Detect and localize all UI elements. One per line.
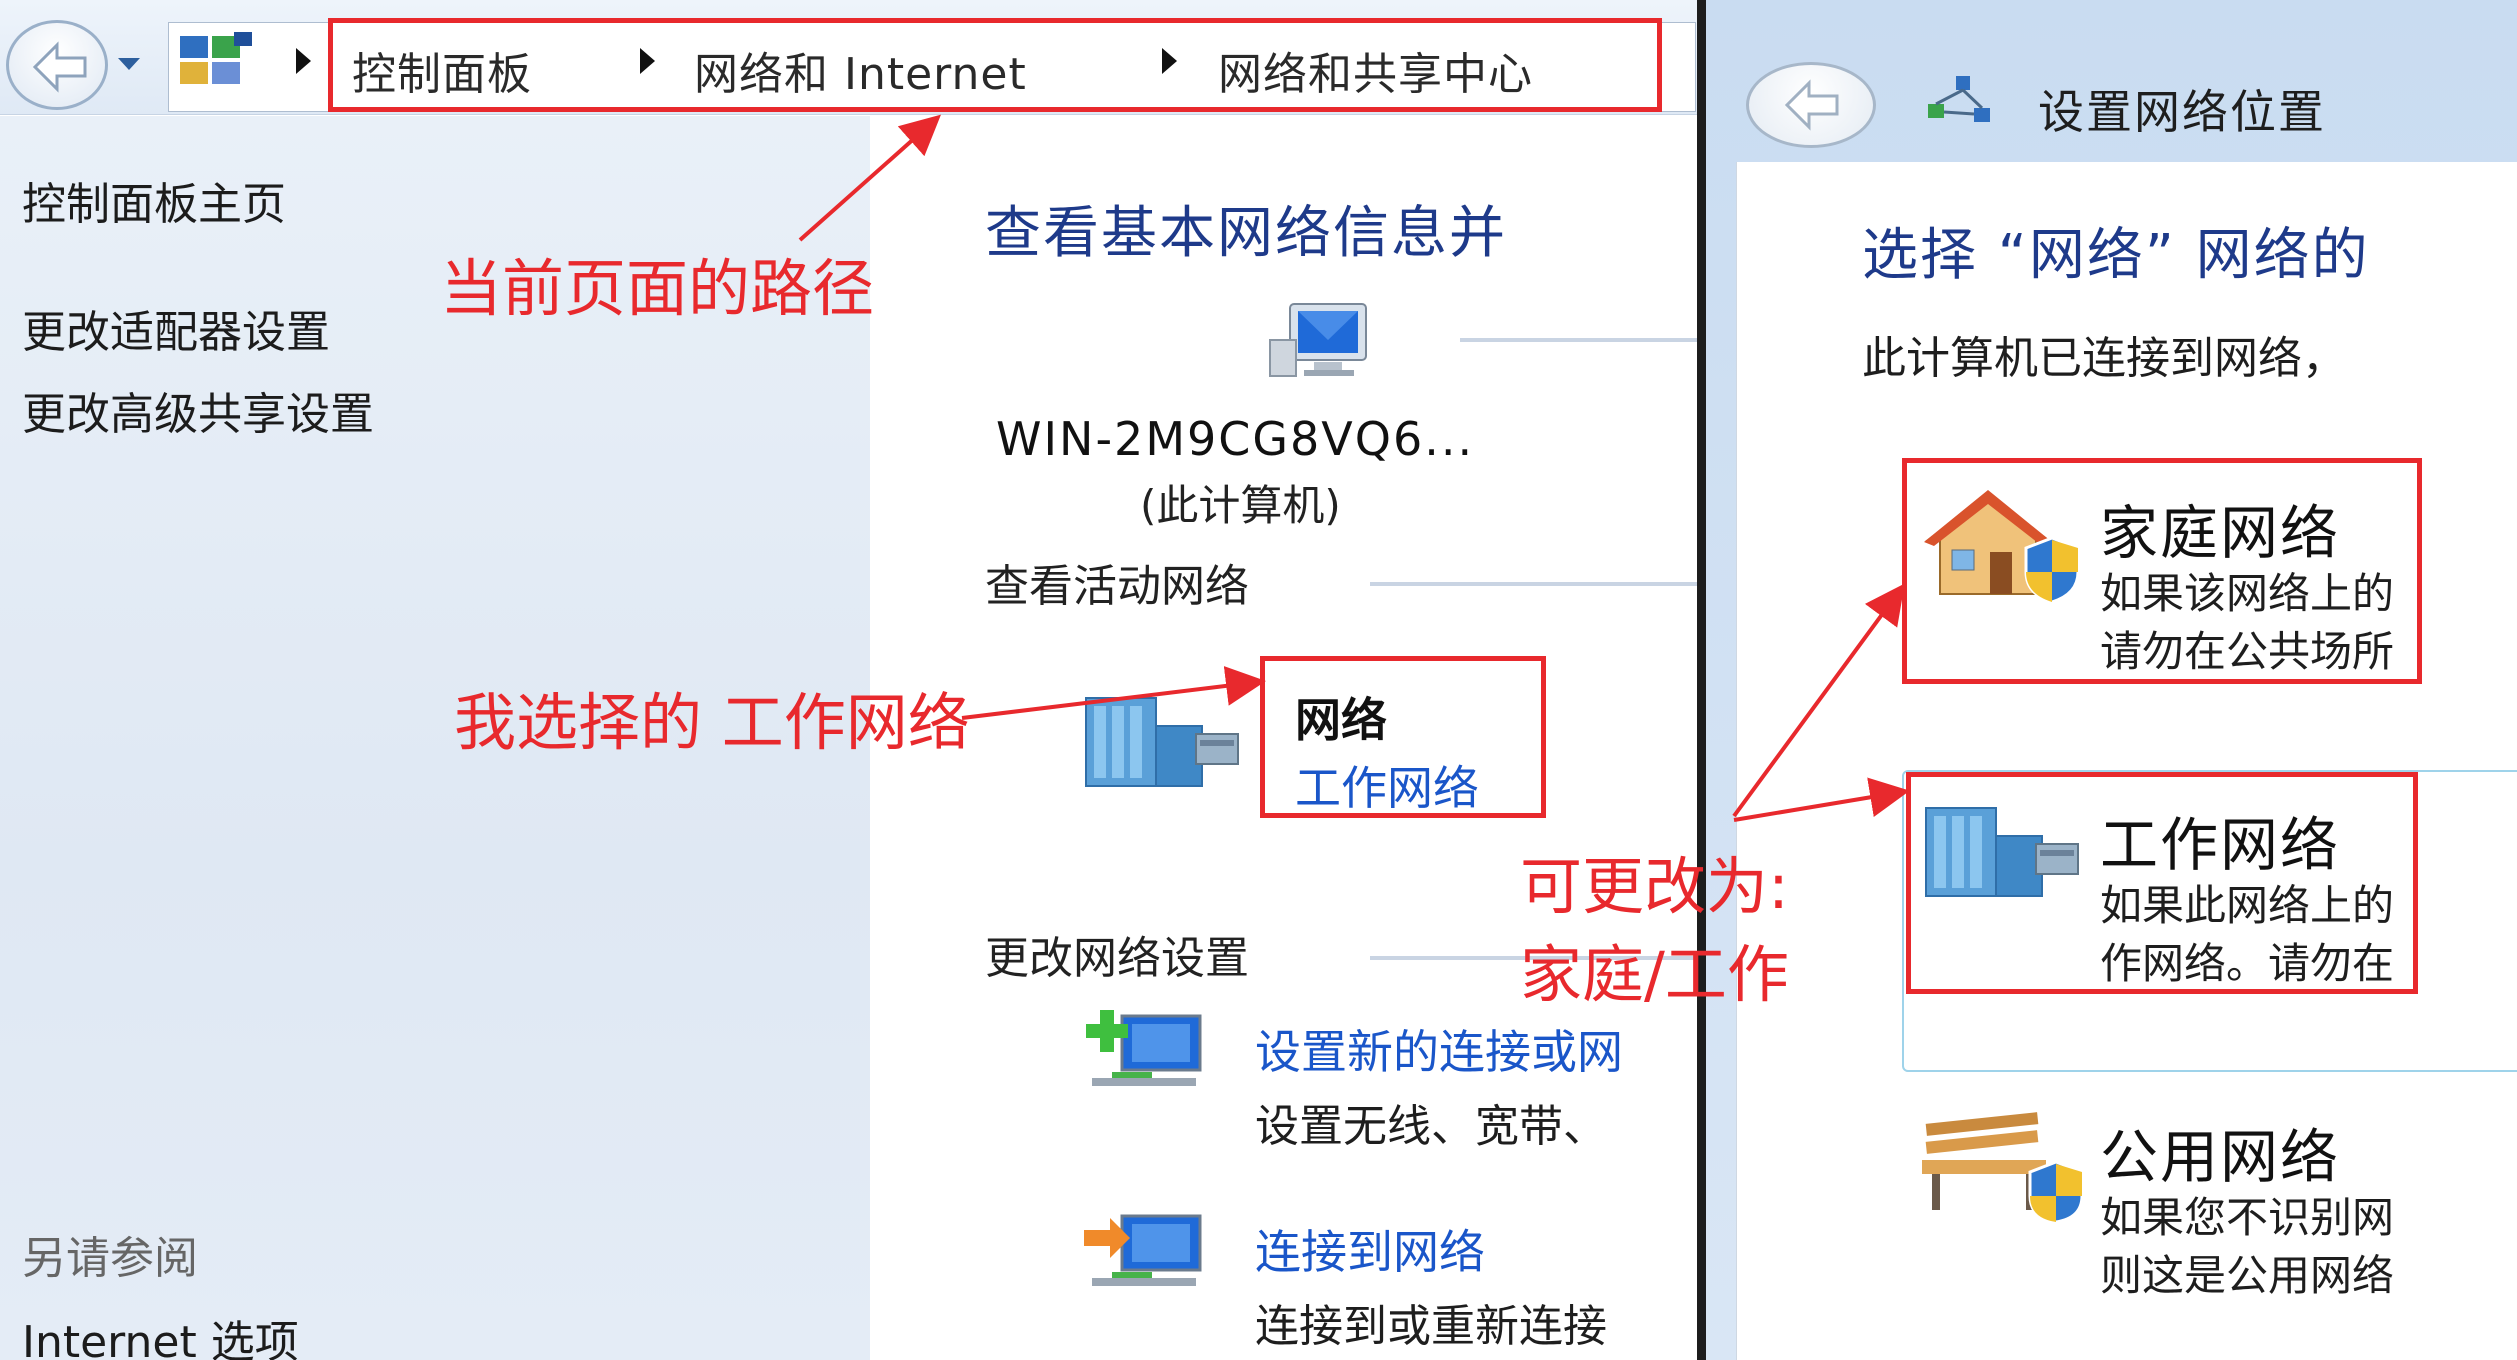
annotation-arrows	[798, 114, 1910, 822]
path-arrow	[798, 114, 941, 242]
work-option-arrow	[1733, 777, 1910, 822]
home-option-arrow	[1732, 583, 1905, 818]
selected-network-arrow	[961, 666, 1266, 720]
